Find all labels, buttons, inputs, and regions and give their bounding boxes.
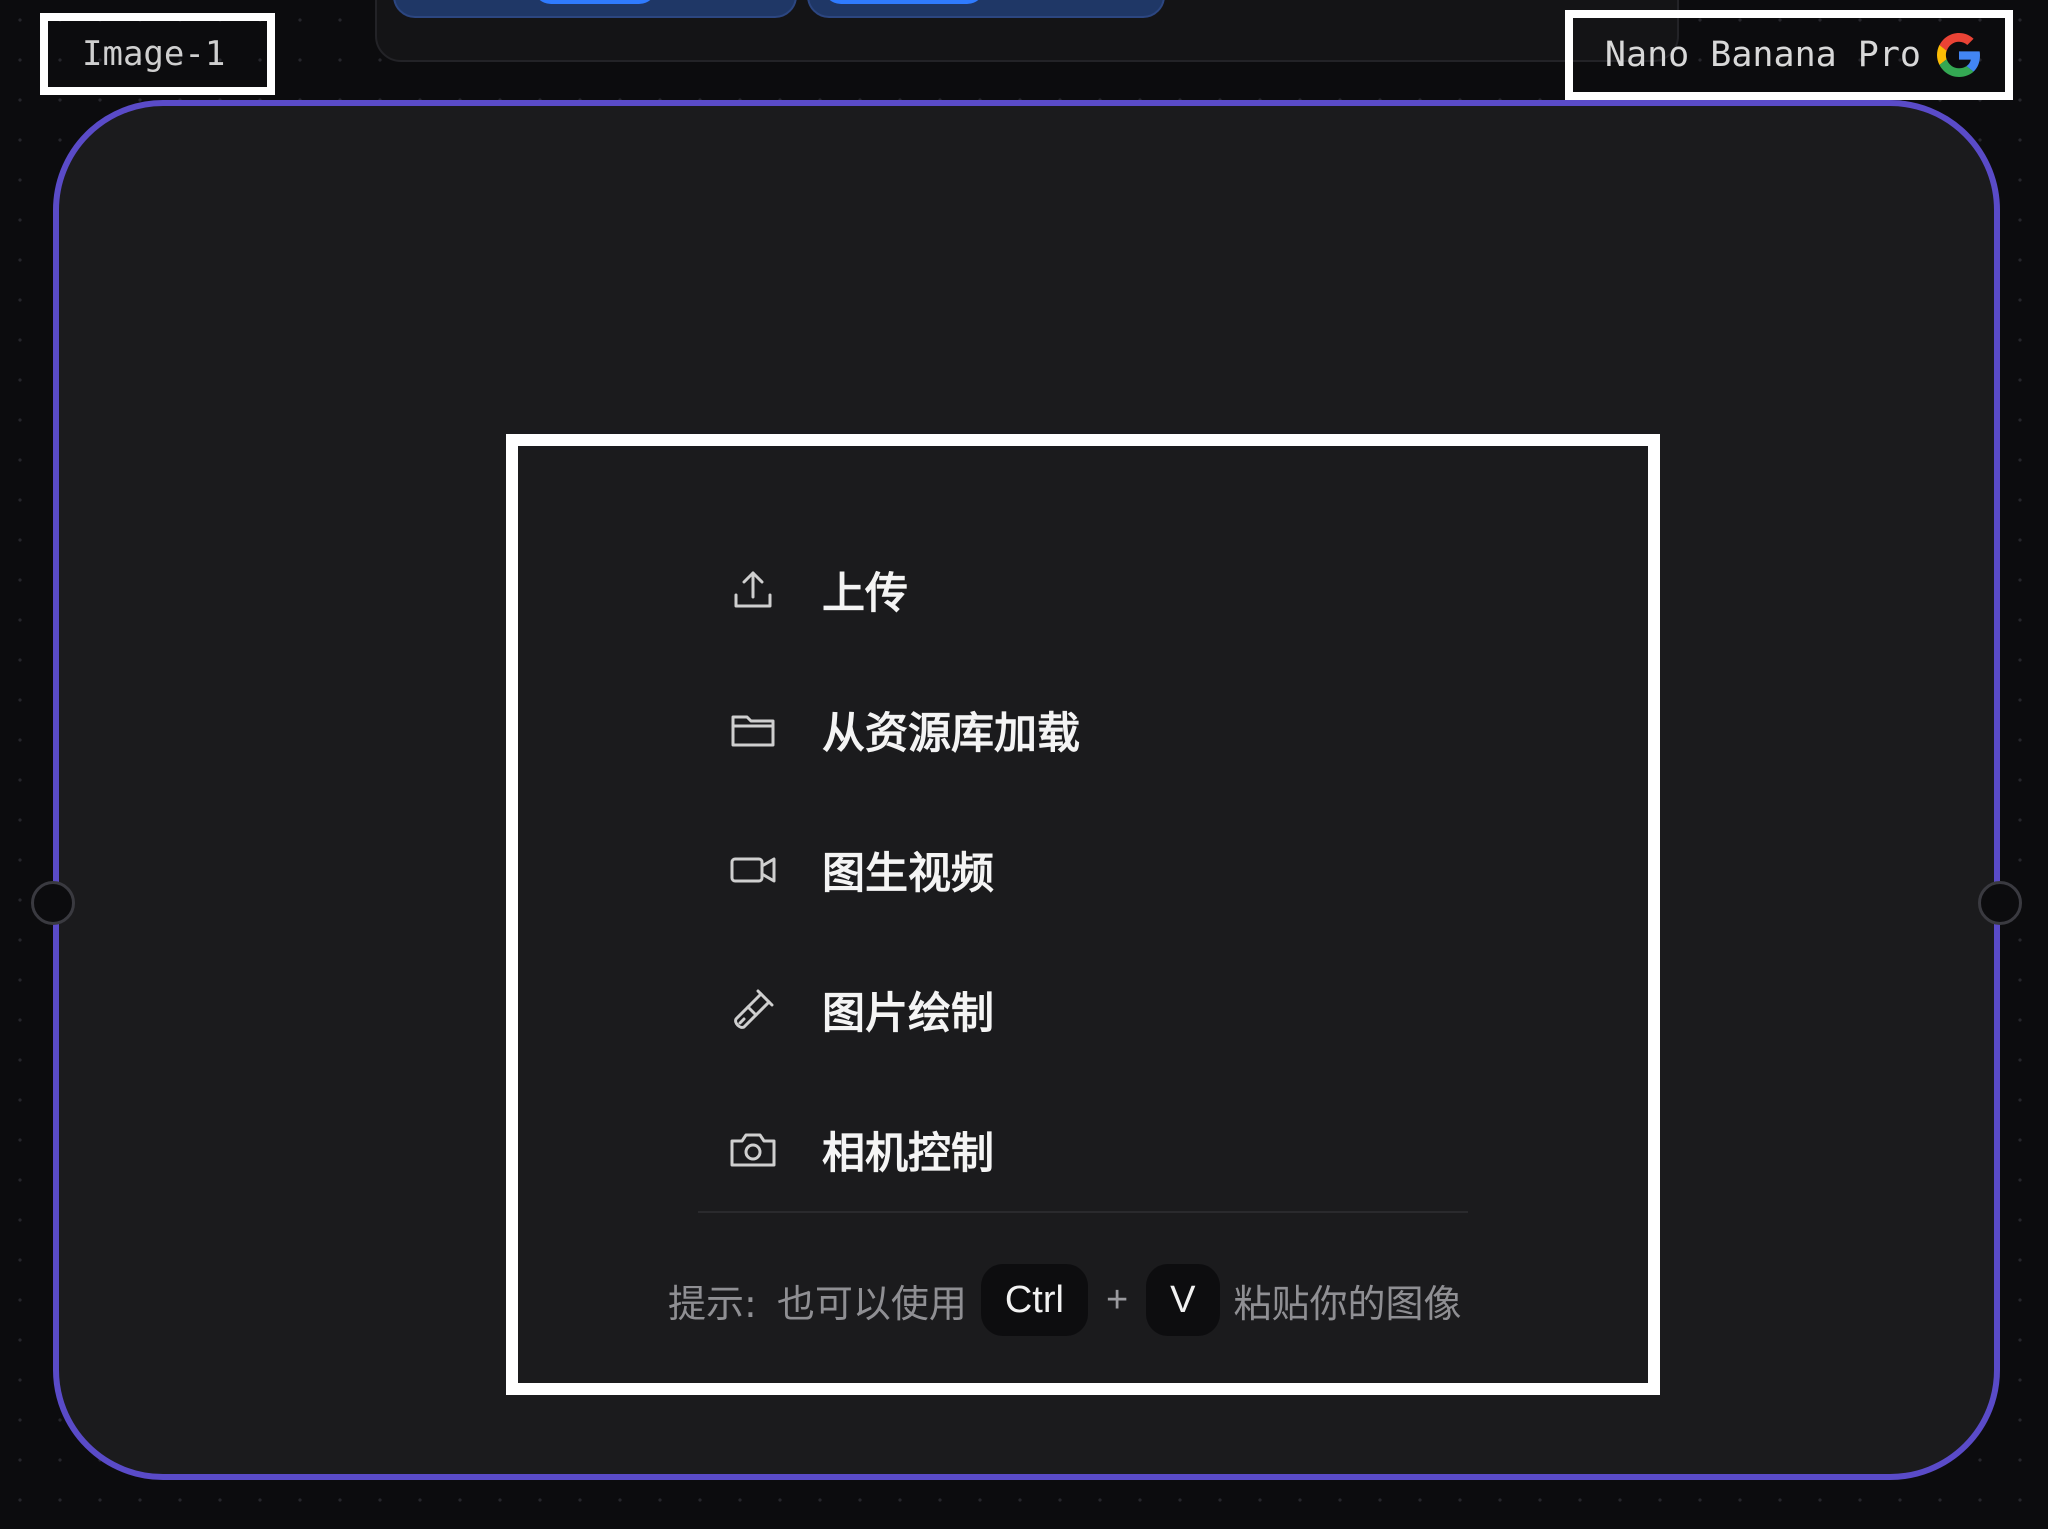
folder-icon: [731, 715, 775, 747]
toolbar-active-pill[interactable]: [533, 0, 657, 4]
menu-divider: [698, 1211, 1468, 1213]
menu-item-label: 图生视频: [822, 849, 994, 899]
model-badge[interactable]: Nano Banana Pro: [1565, 10, 2013, 100]
video-camera-icon: [730, 857, 776, 883]
hint-suffix: 粘贴你的图像: [1233, 1281, 1462, 1326]
hint-prefix: 提示:: [668, 1281, 757, 1326]
camera-icon: [730, 1133, 776, 1167]
menu-item-label: 图片绘制: [822, 989, 994, 1039]
menu-list: 上传 从资源库加载 图生视频 图片绘制 相机控制: [728, 520, 1080, 1220]
node-title-label: Image-1: [40, 13, 275, 95]
menu-item-image-painting[interactable]: 图片绘制: [728, 940, 1080, 1080]
toolbar-segment-right[interactable]: [807, 0, 1165, 18]
plus-sign: +: [1105, 1278, 1129, 1321]
menu-item-camera-control[interactable]: 相机控制: [728, 1080, 1080, 1220]
image-node-card[interactable]: 上传 从资源库加载 图生视频 图片绘制 相机控制 提示: 也可以使用 Ctrl …: [31, 100, 2022, 1480]
image-source-menu: 上传 从资源库加载 图生视频 图片绘制 相机控制 提示: 也可以使用 Ctrl …: [506, 434, 1660, 1395]
menu-item-load-from-library[interactable]: 从资源库加载: [728, 660, 1080, 800]
v-key-badge: V: [1146, 1264, 1220, 1336]
ctrl-key-badge: Ctrl: [980, 1264, 1088, 1336]
paste-hint: 提示: 也可以使用 Ctrl + V 粘贴你的图像: [668, 1264, 1462, 1336]
menu-item-image-to-video[interactable]: 图生视频: [728, 800, 1080, 940]
menu-item-label: 上传: [822, 569, 908, 619]
google-g-logo: [1937, 33, 1980, 77]
hint-text: 也可以使用: [776, 1281, 967, 1326]
menu-item-label: 从资源库加载: [822, 709, 1080, 759]
node-toolbar: [375, 0, 1679, 62]
model-name: Nano Banana Pro: [1604, 35, 1921, 75]
input-connector-handle[interactable]: [31, 881, 75, 925]
toolbar-segment-left[interactable]: [393, 0, 797, 18]
paint-brush-icon: [734, 989, 774, 1029]
output-connector-handle[interactable]: [1978, 881, 2022, 925]
toolbar-active-pill[interactable]: [823, 0, 985, 4]
menu-item-label: 相机控制: [822, 1129, 994, 1179]
upload-icon: [734, 571, 772, 608]
menu-item-upload[interactable]: 上传: [728, 520, 1080, 660]
